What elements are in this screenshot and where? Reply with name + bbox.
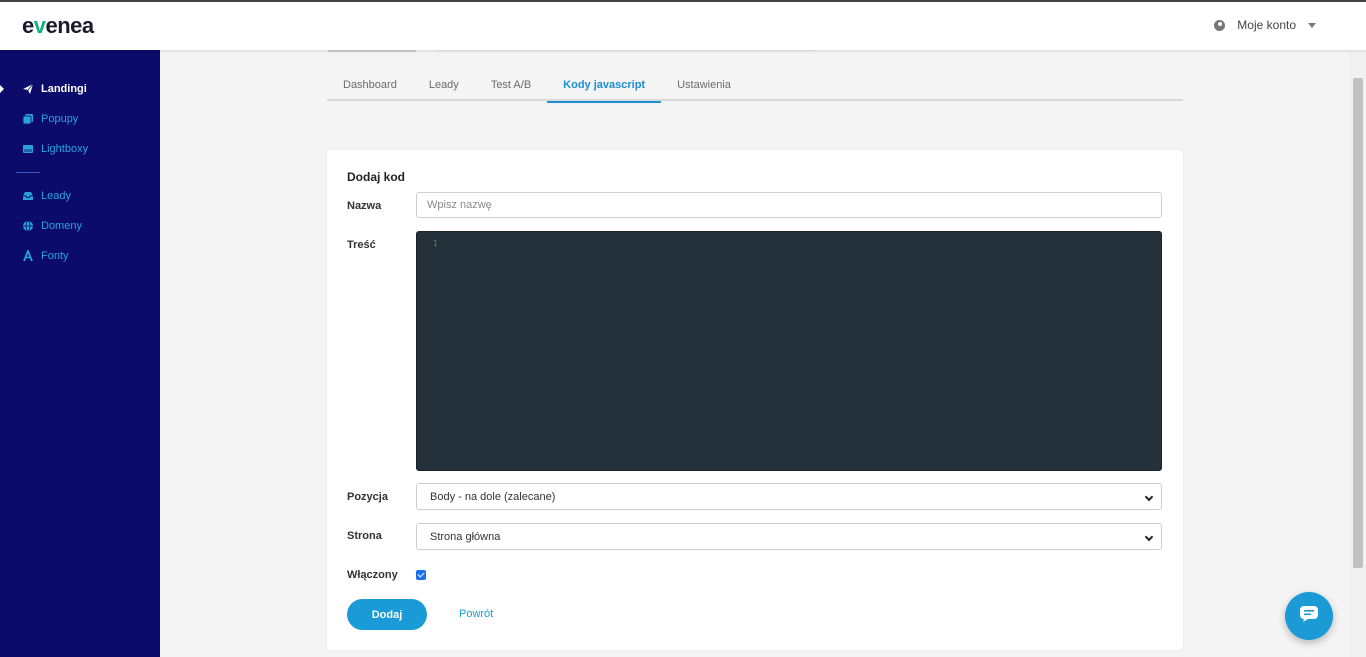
inbox-icon <box>22 190 34 202</box>
tab-leady[interactable]: Leady <box>413 70 475 101</box>
page-select[interactable]: Strona główna <box>416 523 1162 550</box>
sidebar-item-fonty[interactable]: Fonty <box>22 248 69 264</box>
scrollbar-thumb[interactable] <box>1353 78 1363 568</box>
sidebar-item-label: Domeny <box>41 220 82 232</box>
account-menu[interactable]: Moje konto <box>1214 18 1316 32</box>
sidebar-item-landingi[interactable]: Landingi <box>22 81 87 97</box>
line-number: 1 <box>433 239 438 248</box>
sidebar: Landingi Popupy Lightboxy Leady Domeny F… <box>0 50 160 657</box>
lightbox-icon <box>22 143 34 155</box>
sidebar-item-label: Leady <box>41 190 71 202</box>
position-label: Pozycja <box>347 491 388 503</box>
position-select-value: Body - na dole (zalecane) <box>430 490 556 503</box>
add-button[interactable]: Dodaj <box>347 599 427 630</box>
enabled-checkbox[interactable] <box>416 570 426 580</box>
font-icon <box>22 250 34 262</box>
page-label: Strona <box>347 530 382 542</box>
globe-icon <box>22 220 34 232</box>
sidebar-item-popupy[interactable]: Popupy <box>22 111 78 127</box>
active-marker-icon <box>0 85 4 93</box>
position-select[interactable]: Body - na dole (zalecane) <box>416 483 1162 510</box>
form-title: Dodaj kod <box>347 170 406 184</box>
page-select-value: Strona główna <box>430 530 501 543</box>
chevron-down-icon <box>1144 492 1154 502</box>
logo-text-accent: v <box>33 13 46 38</box>
sidebar-item-label: Popupy <box>41 113 79 125</box>
caret-down-icon <box>1308 22 1316 28</box>
scrolled-element <box>328 50 416 52</box>
content-label: Treść <box>347 239 376 251</box>
sidebar-item-label: Fonty <box>41 250 69 262</box>
add-code-form: Dodaj kod Nazwa Treść 1 Pozycja Body - n… <box>327 150 1183 650</box>
tab-test-ab[interactable]: Test A/B <box>475 70 547 101</box>
sidebar-item-label: Lightboxy <box>41 143 89 155</box>
sidebar-item-domeny[interactable]: Domeny <box>22 218 82 234</box>
tab-dashboard[interactable]: Dashboard <box>327 70 413 101</box>
top-bar: evenea Moje konto <box>0 0 1366 50</box>
page-scrollbar[interactable] <box>1349 50 1366 657</box>
back-link[interactable]: Powrót <box>459 608 493 620</box>
tab-bar: Dashboard Leady Test A/B Kody javascript… <box>327 70 1183 103</box>
sidebar-divider <box>16 172 40 173</box>
evenea-logo[interactable]: evenea <box>22 13 94 39</box>
name-input[interactable] <box>416 192 1162 218</box>
logo-text-end: enea <box>45 13 95 38</box>
popup-icon <box>22 113 34 125</box>
account-label: Moje konto <box>1237 18 1296 32</box>
tab-kody-javascript[interactable]: Kody javascript <box>547 70 662 103</box>
chevron-down-icon <box>1144 532 1154 542</box>
logo-text-start: e <box>22 13 34 38</box>
sidebar-item-leady[interactable]: Leady <box>22 188 71 204</box>
user-icon <box>1214 19 1226 31</box>
scrolled-element <box>436 50 814 52</box>
tab-ustawienia[interactable]: Ustawienia <box>661 70 747 101</box>
enabled-label: Włączony <box>347 569 398 581</box>
paper-plane-icon <box>22 83 34 95</box>
sidebar-item-lightboxy[interactable]: Lightboxy <box>22 141 88 157</box>
chat-icon <box>1299 605 1319 628</box>
name-label: Nazwa <box>347 200 382 212</box>
chat-button[interactable] <box>1285 592 1333 640</box>
sidebar-item-label: Landingi <box>41 83 87 95</box>
code-editor[interactable]: 1 <box>416 231 1162 471</box>
